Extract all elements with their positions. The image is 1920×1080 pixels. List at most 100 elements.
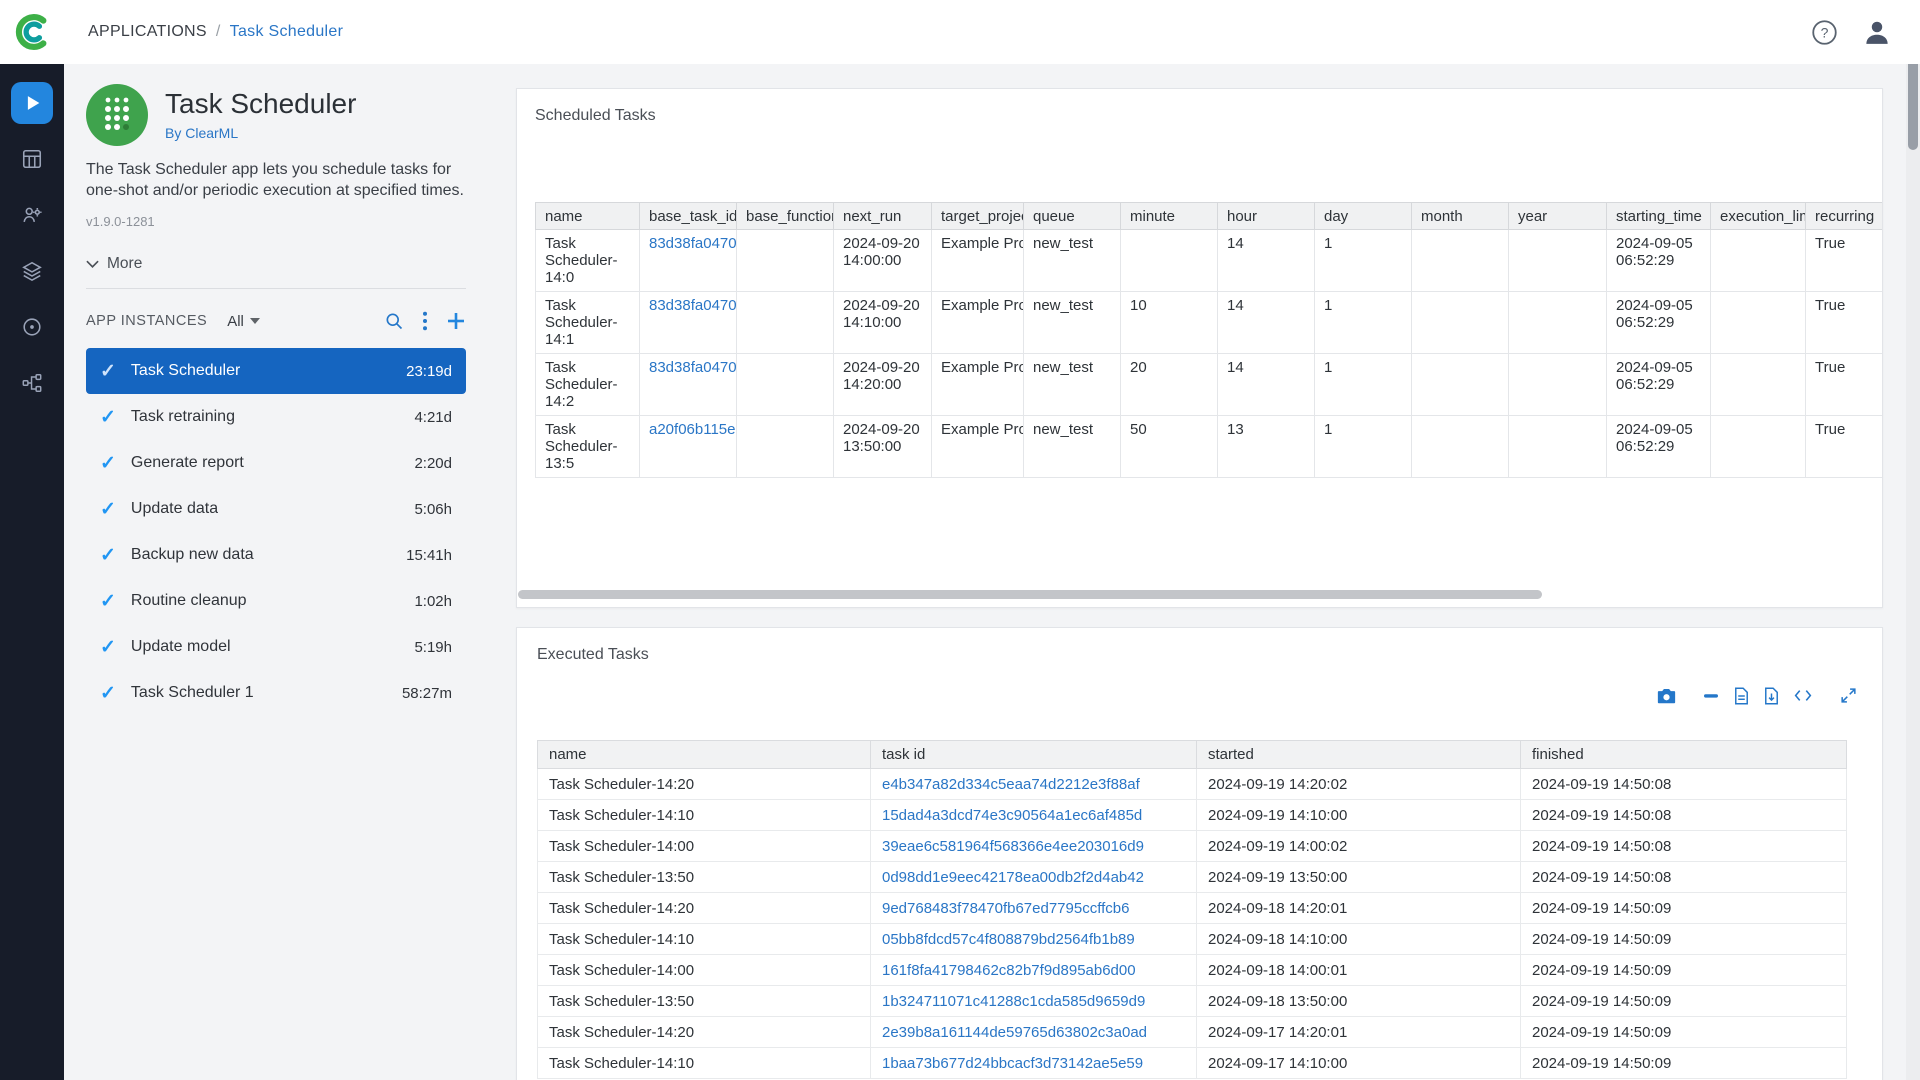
sidebar-item-endpoints[interactable] (11, 306, 53, 348)
table-row[interactable]: Task Scheduler-14:20e4b347a82d334c5eaa74… (538, 769, 1847, 800)
table-cell[interactable]: e4b347a82d334c5eaa74d2212e3f88af (871, 769, 1197, 800)
snapshot-button[interactable] (1656, 686, 1677, 705)
task-id-link[interactable]: 1b324711071c41288c1cda585d9659d9 (882, 993, 1145, 1010)
column-header-next_run[interactable]: next_run (834, 203, 932, 230)
horizontal-scrollbar-thumb[interactable] (518, 590, 1542, 599)
table-cell[interactable]: 83d38fa0470f4 (640, 230, 737, 292)
endpoints-icon (21, 316, 43, 338)
column-header-finished[interactable]: finished (1521, 741, 1847, 769)
app-instance-row[interactable]: ✓Backup new data15:41h (86, 532, 466, 578)
app-instance-row[interactable]: ✓Task Scheduler 158:27m (86, 670, 466, 716)
table-cell[interactable]: 1baa73b677d24bbcacf3d73142ae5e59 (871, 1048, 1197, 1079)
table-cell[interactable]: 83d38fa0470f4 (640, 354, 737, 416)
more-toggle[interactable]: More (86, 255, 466, 273)
by-clearml-link[interactable]: By ClearML (165, 125, 356, 141)
table-cell[interactable]: 2e39b8a161144de59765d63802c3a0ad (871, 1017, 1197, 1048)
table-row[interactable]: Task Scheduler-14:20 2e39b8a161144de59765… (538, 1017, 1847, 1048)
table-cell[interactable]: 39eae6c581964f568366e4ee203016d9 (871, 831, 1197, 862)
app-instance-row[interactable]: ✓Task retraining4:21d (86, 394, 466, 440)
table-row[interactable]: Task Scheduler-14:283d38fa0470f42024-09-… (536, 354, 1883, 416)
column-header-minute[interactable]: minute (1121, 203, 1218, 230)
table-cell: Task Scheduler-14:20 (538, 1017, 871, 1048)
table-row[interactable]: Task Scheduler-14:101baa73b677d24bbcacf3… (538, 1048, 1847, 1079)
column-header-task-id[interactable]: task id (871, 741, 1197, 769)
task-id-link[interactable]: a20f06b115ea4 (649, 421, 737, 438)
app-instance-row[interactable]: ✓Generate report2:20d (86, 440, 466, 486)
task-id-link[interactable]: 161f8fa41798462c82b7f9d895ab6d00 (882, 962, 1136, 979)
column-header-hour[interactable]: hour (1218, 203, 1315, 230)
table-cell[interactable]: a20f06b115ea4 (640, 416, 737, 478)
column-header-base_function[interactable]: base_function (737, 203, 834, 230)
column-header-recurring[interactable]: recurring (1806, 203, 1883, 230)
download-file-button[interactable] (1764, 687, 1779, 705)
sidebar-item-workers[interactable] (11, 194, 53, 236)
task-id-link[interactable]: e4b347a82d334c5eaa74d2212e3f88af (882, 776, 1140, 793)
expand-button[interactable] (1839, 686, 1858, 705)
table-row[interactable]: Task Scheduler-13:501b324711071c41288c1c… (538, 986, 1847, 1017)
clearml-logo[interactable] (0, 0, 64, 64)
column-header-month[interactable]: month (1412, 203, 1509, 230)
column-header-base_task_id[interactable]: base_task_id (640, 203, 737, 230)
breadcrumb-applications[interactable]: APPLICATIONS (88, 23, 207, 41)
app-instance-row[interactable]: ✓Task Scheduler23:19d (86, 348, 466, 394)
table-cell: Example Proje (932, 354, 1024, 416)
table-row[interactable]: Task Scheduler-14:083d38fa0470f42024-09-… (536, 230, 1883, 292)
table-cell[interactable]: 1b324711071c41288c1cda585d9659d9 (871, 986, 1197, 1017)
collapse-button[interactable] (1704, 693, 1719, 699)
task-id-link[interactable]: 83d38fa0470f4 (649, 235, 737, 252)
task-id-link[interactable]: 39eae6c581964f568366e4ee203016d9 (882, 838, 1144, 855)
task-id-link[interactable]: 05bb8fdcd57c4f808879bd2564fb1b89 (882, 931, 1135, 948)
search-button[interactable] (384, 311, 404, 331)
sidebar-item-applications[interactable] (11, 82, 53, 124)
app-instance-row[interactable]: ✓Update data5:06h (86, 486, 466, 532)
user-avatar[interactable] (1862, 17, 1892, 47)
task-id-link[interactable]: 15dad4a3dcd74e3c90564a1ec6af485d (882, 807, 1142, 824)
table-cell[interactable]: 83d38fa0470f4 (640, 292, 737, 354)
table-cell[interactable]: 15dad4a3dcd74e3c90564a1ec6af485d (871, 800, 1197, 831)
sidebar-item-projects[interactable] (11, 138, 53, 180)
table-row[interactable]: Task Scheduler-13:5a20f06b115ea42024-09-… (536, 416, 1883, 478)
table-row[interactable]: Task Scheduler-14:209ed768483f78470fb67e… (538, 893, 1847, 924)
help-button[interactable]: ? (1811, 19, 1838, 46)
task-id-link[interactable]: 2e39b8a161144de59765d63802c3a0ad (882, 1024, 1147, 1041)
sidebar-item-pipelines[interactable] (11, 362, 53, 404)
task-id-link[interactable]: 9ed768483f78470fb67ed7795ccffcb6 (882, 900, 1129, 917)
add-instance-button[interactable] (446, 311, 466, 331)
column-header-target_project[interactable]: target_project (932, 203, 1024, 230)
task-id-link[interactable]: 0d98dd1e9eec42178ea00db2f2d4ab42 (882, 869, 1144, 886)
sidebar-item-datasets[interactable] (11, 250, 53, 292)
instances-menu-button[interactable] (422, 311, 428, 331)
embed-code-button[interactable] (1794, 687, 1812, 704)
table-cell[interactable]: 05bb8fdcd57c4f808879bd2564fb1b89 (871, 924, 1197, 955)
table-cell: 2024-09-05 06:52:29 (1607, 230, 1711, 292)
vertical-scrollbar[interactable] (1906, 0, 1920, 1080)
column-header-started[interactable]: started (1197, 741, 1521, 769)
table-row[interactable]: Task Scheduler-13:500d98dd1e9eec42178ea0… (538, 862, 1847, 893)
column-header-execution_limit[interactable]: execution_limit (1711, 203, 1806, 230)
check-icon: ✓ (100, 452, 116, 475)
table-row[interactable]: Task Scheduler-14:0039eae6c581964f568366… (538, 831, 1847, 862)
table-row[interactable]: Task Scheduler-14:1005bb8fdcd57c4f808879… (538, 924, 1847, 955)
app-instance-row[interactable]: ✓Routine cleanup1:02h (86, 578, 466, 624)
download-csv-button[interactable] (1734, 687, 1749, 705)
column-header-name[interactable]: name (536, 203, 640, 230)
table-row[interactable]: Task Scheduler-14:183d38fa0470f42024-09-… (536, 292, 1883, 354)
column-header-year[interactable]: year (1509, 203, 1607, 230)
table-cell[interactable]: 9ed768483f78470fb67ed7795ccffcb6 (871, 893, 1197, 924)
task-id-link[interactable]: 83d38fa0470f4 (649, 297, 737, 314)
check-icon: ✓ (100, 360, 116, 383)
table-cell[interactable]: 161f8fa41798462c82b7f9d895ab6d00 (871, 955, 1197, 986)
table-row[interactable]: Task Scheduler-14:1015dad4a3dcd74e3c9056… (538, 800, 1847, 831)
table-cell (1711, 292, 1806, 354)
instances-filter-dropdown[interactable]: All (227, 313, 260, 330)
table-cell[interactable]: 0d98dd1e9eec42178ea00db2f2d4ab42 (871, 862, 1197, 893)
app-instance-row[interactable]: ✓Update model5:19h (86, 624, 466, 670)
column-header-starting_time[interactable]: starting_time (1607, 203, 1711, 230)
table-row[interactable]: Task Scheduler-14:00161f8fa41798462c82b7… (538, 955, 1847, 986)
scheduled-tasks-card: Scheduled Tasks namebase_task_idbase_fun… (516, 88, 1883, 608)
task-id-link[interactable]: 83d38fa0470f4 (649, 359, 737, 376)
column-header-queue[interactable]: queue (1024, 203, 1121, 230)
column-header-day[interactable]: day (1315, 203, 1412, 230)
column-header-name[interactable]: name (538, 741, 871, 769)
task-id-link[interactable]: 1baa73b677d24bbcacf3d73142ae5e59 (882, 1055, 1143, 1072)
